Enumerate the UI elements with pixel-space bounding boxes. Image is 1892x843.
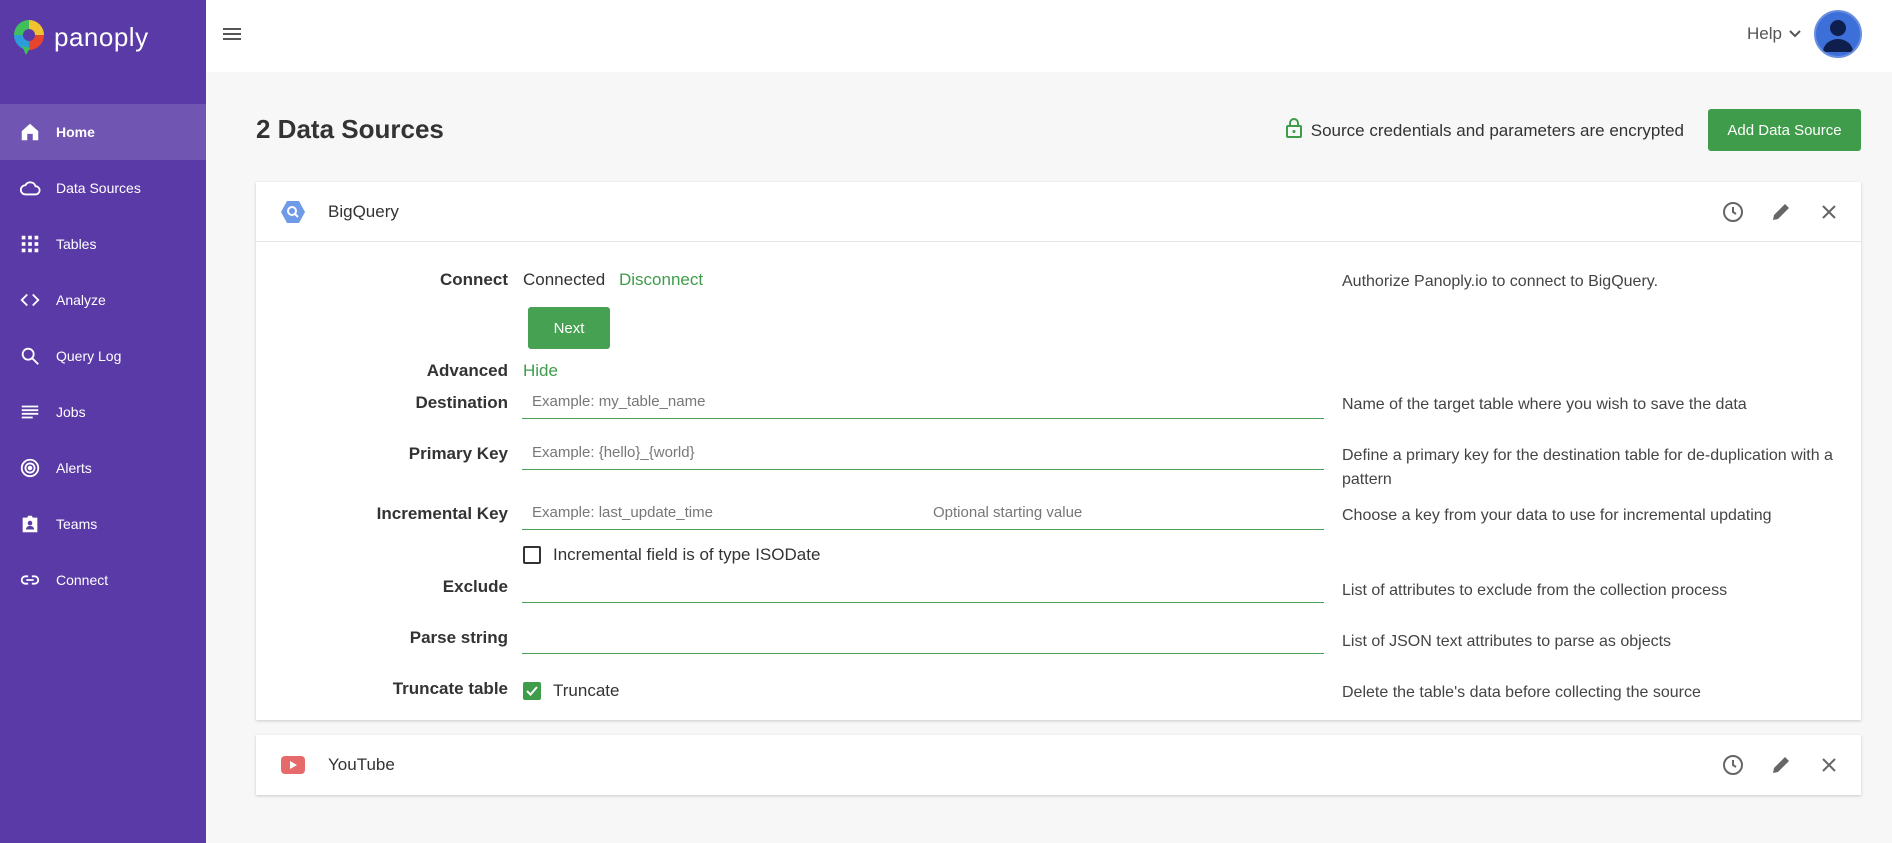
sidebar-item-analyze[interactable]: Analyze: [0, 272, 206, 328]
sidebar-item-label: Query Log: [56, 348, 122, 364]
source-name: YouTube: [328, 755, 395, 774]
chevron-down-icon: [1788, 24, 1802, 44]
panoply-logo-icon: [12, 18, 46, 56]
exclude-label: Exclude: [442, 577, 508, 596]
close-icon[interactable]: [1817, 200, 1841, 224]
logo-text: panoply: [54, 21, 149, 52]
page-title: 2 Data Sources: [256, 114, 444, 144]
incremental-start-input[interactable]: [923, 496, 1324, 529]
incremental-key-field[interactable]: [522, 496, 1324, 530]
isodate-checkbox[interactable]: [523, 546, 541, 564]
parse-string-label: Parse string: [409, 628, 508, 647]
encryption-note: Source credentials and parameters are en…: [1285, 117, 1684, 144]
source-name: BigQuery: [328, 202, 399, 221]
lock-icon: [1285, 117, 1303, 144]
isodate-label: Incremental field is of type ISODate: [553, 545, 821, 564]
destination-label: Destination: [415, 393, 508, 412]
sidebar-item-label: Home: [56, 124, 95, 140]
avatar[interactable]: [1814, 10, 1862, 58]
close-icon[interactable]: [1817, 753, 1841, 777]
truncate-description: Delete the table's data before collectin…: [1342, 684, 1701, 701]
add-data-source-button[interactable]: Add Data Source: [1708, 109, 1861, 151]
encryption-text: Source credentials and parameters are en…: [1310, 120, 1684, 140]
code-icon: [18, 288, 42, 312]
youtube-icon: [280, 753, 306, 777]
primary-key-field[interactable]: [522, 436, 1324, 470]
truncate-checkbox-label: Truncate: [553, 681, 620, 700]
primary-key-label: Primary Key: [408, 444, 508, 463]
parse-string-description: List of JSON text attributes to parse as…: [1342, 633, 1672, 650]
parse-string-field[interactable]: [522, 620, 1324, 654]
parse-string-input[interactable]: [522, 620, 1324, 653]
grid-icon: [18, 232, 42, 256]
hide-link[interactable]: Hide: [523, 361, 558, 381]
sidebar-item-label: Jobs: [56, 404, 86, 420]
logo[interactable]: panoply: [12, 18, 149, 56]
sidebar-item-tables[interactable]: Tables: [0, 216, 206, 272]
destination-input[interactable]: [522, 385, 1324, 418]
incremental-key-input[interactable]: [522, 496, 923, 529]
search-icon: [18, 344, 42, 368]
destination-field[interactable]: [522, 385, 1324, 419]
sidebar-item-label: Alerts: [56, 460, 92, 476]
cloud-icon: [18, 176, 42, 200]
disconnect-link[interactable]: Disconnect: [619, 270, 703, 290]
card-actions: [1721, 753, 1841, 777]
edit-icon[interactable]: [1769, 753, 1793, 777]
bigquery-icon: [280, 200, 306, 224]
sidebar-item-teams[interactable]: Teams: [0, 496, 206, 552]
sidebar: panoply Home Data Sources Tables Analyze…: [0, 0, 206, 843]
primary-key-description: Define a primary key for the destination…: [1342, 447, 1833, 488]
sidebar-item-data-sources[interactable]: Data Sources: [0, 160, 206, 216]
primary-key-input[interactable]: [522, 436, 1324, 469]
connect-label: Connect: [440, 270, 508, 289]
truncate-table-label: Truncate table: [392, 679, 508, 698]
checkmark-icon: [526, 686, 538, 696]
card-actions: [1721, 200, 1841, 224]
user-icon: [1823, 20, 1853, 52]
advanced-label: Advanced: [426, 361, 508, 380]
sidebar-item-home[interactable]: Home: [0, 104, 206, 160]
truncate-checkbox[interactable]: [523, 682, 541, 700]
help-label: Help: [1747, 24, 1782, 43]
next-button[interactable]: Next: [528, 307, 610, 349]
sidebar-item-query-log[interactable]: Query Log: [0, 328, 206, 384]
incremental-key-description: Choose a key from your data to use for i…: [1342, 507, 1772, 524]
sidebar-item-label: Connect: [56, 572, 109, 588]
sidebar-item-label: Analyze: [56, 292, 106, 308]
destination-description: Name of the target table where you wish …: [1342, 396, 1747, 413]
menu-icon[interactable]: [220, 22, 244, 46]
sidebar-item-label: Tables: [56, 236, 97, 252]
exclude-field[interactable]: [522, 569, 1324, 603]
data-source-card-bigquery: BigQuery Connect Connected Disconnect Au…: [256, 182, 1861, 720]
exclude-input[interactable]: [522, 569, 1324, 602]
history-icon[interactable]: [1721, 753, 1745, 777]
connect-description: Authorize Panoply.io to connect to BigQu…: [1342, 273, 1659, 290]
sidebar-item-alerts[interactable]: Alerts: [0, 440, 206, 496]
sidebar-item-jobs[interactable]: Jobs: [0, 384, 206, 440]
sidebar-item-connect[interactable]: Connect: [0, 552, 206, 608]
incremental-key-label: Incremental Key: [376, 504, 508, 523]
alert-icon: [18, 456, 42, 480]
history-icon[interactable]: [1721, 200, 1745, 224]
badge-icon: [18, 512, 42, 536]
sidebar-nav: Home Data Sources Tables Analyze Query L…: [0, 104, 206, 608]
card-header[interactable]: BigQuery: [256, 182, 1861, 242]
help-menu[interactable]: Help: [1747, 24, 1802, 44]
connected-status: Connected: [523, 270, 606, 289]
list-icon: [18, 400, 42, 424]
sidebar-item-label: Teams: [56, 516, 98, 532]
exclude-description: List of attributes to exclude from the c…: [1342, 582, 1728, 599]
card-header[interactable]: YouTube: [256, 735, 1861, 795]
data-source-card-youtube: YouTube: [256, 735, 1861, 795]
sidebar-item-label: Data Sources: [56, 180, 141, 196]
link-icon: [18, 568, 42, 592]
edit-icon[interactable]: [1769, 200, 1793, 224]
top-bar: Help: [206, 0, 1892, 72]
home-icon: [18, 120, 42, 144]
